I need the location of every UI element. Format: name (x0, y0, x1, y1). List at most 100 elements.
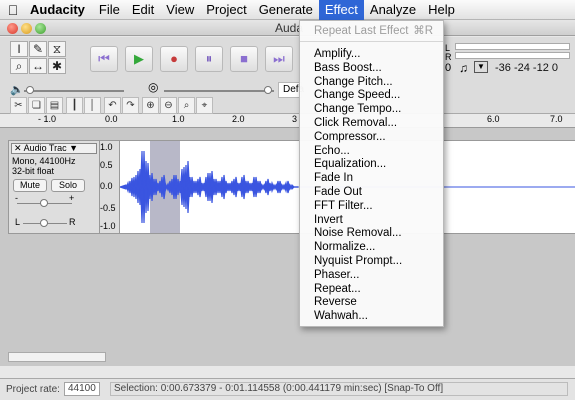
menu-item-echo[interactable]: Echo... (300, 144, 443, 159)
scale-label: 0.5 (100, 160, 113, 170)
microphone-icon[interactable]: ♫ (459, 61, 468, 75)
menu-item-invert[interactable]: Invert (300, 213, 443, 228)
fit-selection-icon[interactable]: ⌕ (178, 97, 195, 114)
menu-edit[interactable]: Edit (126, 0, 160, 20)
meter-partial-tick: 0 (445, 62, 452, 74)
solo-button[interactable]: Solo (51, 179, 85, 192)
chevron-down-icon[interactable]: ▼ (474, 61, 488, 73)
scale-label: 0.0 (100, 181, 113, 191)
timeshift-tool[interactable]: ↔ (29, 58, 47, 74)
timeline-ruler[interactable]: - 1.0 0.0 1.0 2.0 3 6.0 7.0 (0, 114, 575, 128)
window-titlebar: Auda (0, 20, 575, 36)
undo-icon[interactable]: ↶ (104, 97, 121, 114)
trim-icon[interactable]: ┃ (66, 97, 83, 114)
apple-icon[interactable]:  (0, 2, 26, 18)
menu-item-change-speed[interactable]: Change Speed... (300, 88, 443, 103)
amplitude-scale: 1.0 0.5 0.0 -0.5 -1.0 (100, 140, 120, 234)
meter-right-label: R (445, 52, 452, 62)
gain-minus-label: - (15, 193, 18, 203)
fit-project-icon[interactable]: ⌖ (196, 97, 213, 114)
menu-item-reverse[interactable]: Reverse (300, 295, 443, 310)
menu-item-change-pitch[interactable]: Change Pitch... (300, 75, 443, 90)
play-button[interactable]: ▶ (125, 46, 153, 72)
output-volume-thumb[interactable] (26, 86, 34, 94)
menu-item-fade-in[interactable]: Fade In (300, 171, 443, 186)
menu-item-bass-boost[interactable]: Bass Boost... (300, 61, 443, 76)
menu-item-fft-filter[interactable]: FFT Filter... (300, 199, 443, 214)
menu-item-phaser[interactable]: Phaser... (300, 268, 443, 283)
copy-icon[interactable]: ❏ (28, 97, 45, 114)
menu-analyze[interactable]: Analyze (364, 0, 422, 20)
track-format: Mono, 44100Hz (12, 156, 76, 166)
cut-icon[interactable]: ✂ (10, 97, 27, 114)
selection-tool[interactable]: I (10, 41, 28, 57)
menu-effect[interactable]: Effect (318, 0, 364, 20)
pan-slider-thumb[interactable] (40, 219, 48, 227)
menu-app-name[interactable]: Audacity (26, 0, 93, 20)
paste-icon[interactable]: ▤ (46, 97, 63, 114)
close-icon[interactable]: ✕ (14, 143, 22, 153)
menu-item-nyquist-prompt[interactable]: Nyquist Prompt... (300, 254, 443, 269)
effect-menu: Repeat Last Effect ⌘R Amplify... Bass Boo… (299, 20, 444, 327)
skip-end-button[interactable]: ⏭ (265, 46, 293, 72)
input-volume-thumb[interactable] (264, 86, 272, 94)
input-volume-slider[interactable] (164, 90, 274, 92)
output-meter-right (455, 52, 570, 59)
scale-label: -1.0 (100, 221, 116, 231)
ruler-tick: 1.0 (172, 114, 185, 124)
pause-button[interactable]: ⏸ (195, 46, 223, 72)
menu-item-repeat-last-effect[interactable]: Repeat Last Effect ⌘R (300, 24, 443, 39)
meter-scale: -36 -24 -12 0 (495, 62, 558, 74)
minimize-window-button[interactable] (21, 23, 32, 34)
ruler-tick: 0.0 (105, 114, 118, 124)
horizontal-scrollbar[interactable] (8, 352, 106, 362)
scale-label: 1.0 (100, 142, 113, 152)
menu-view[interactable]: View (160, 0, 200, 20)
track-control-panel[interactable]: ✕ Audio Trac ▼ Mono, 44100Hz 32-bit floa… (8, 140, 100, 234)
record-button[interactable]: ● (160, 46, 188, 72)
menu-separator (300, 41, 443, 42)
zoom-in-icon[interactable]: ⊕ (142, 97, 159, 114)
close-window-button[interactable] (7, 23, 18, 34)
menu-item-fade-out[interactable]: Fade Out (300, 185, 443, 200)
scale-label: -0.5 (100, 203, 116, 213)
selection-status: Selection: 0:00.673379 - 0:01.114558 (0:… (110, 382, 568, 396)
ruler-tick: 3 (292, 114, 298, 124)
menu-item-click-removal[interactable]: Click Removal... (300, 116, 443, 131)
output-volume-slider[interactable] (24, 90, 124, 92)
silence-icon[interactable]: │ (84, 97, 101, 114)
track-name-dropdown[interactable]: ✕ Audio Trac ▼ (11, 143, 97, 154)
skip-start-button[interactable]: ⏮ (90, 46, 118, 72)
menu-item-change-tempo[interactable]: Change Tempo... (300, 102, 443, 117)
zoom-out-icon[interactable]: ⊖ (160, 97, 177, 114)
menu-item-compressor[interactable]: Compressor... (300, 130, 443, 145)
menu-item-normalize[interactable]: Normalize... (300, 240, 443, 255)
microphone-input-icon: ◎ (148, 80, 159, 94)
multi-tool[interactable]: ✱ (48, 58, 66, 74)
menu-help[interactable]: Help (422, 0, 461, 20)
zoom-window-button[interactable] (35, 23, 46, 34)
redo-icon[interactable]: ↷ (122, 97, 139, 114)
menu-item-label: Repeat Last Effect (314, 25, 409, 37)
menu-item-repeat[interactable]: Repeat... (300, 282, 443, 297)
menu-item-noise-removal[interactable]: Noise Removal... (300, 226, 443, 241)
zoom-tool[interactable]: ⌕ (10, 58, 28, 74)
menu-item-amplify[interactable]: Amplify... (300, 47, 443, 62)
project-rate-field[interactable]: 44100 (64, 382, 100, 396)
draw-tool[interactable]: ⧖ (48, 41, 66, 57)
mute-button[interactable]: Mute (13, 179, 47, 192)
shortcut-label: ⌘R (413, 25, 433, 37)
menu-file[interactable]: File (93, 0, 126, 20)
pan-left-label: L (15, 217, 21, 227)
stop-button[interactable]: ■ (230, 46, 258, 72)
output-meter-left (455, 43, 570, 50)
chevron-down-icon: ▼ (69, 143, 79, 153)
gain-slider-thumb[interactable] (40, 199, 48, 207)
envelope-tool[interactable]: ✎ (29, 41, 47, 57)
ruler-tick: 7.0 (550, 114, 563, 124)
menu-generate[interactable]: Generate (253, 0, 319, 20)
menu-item-equalization[interactable]: Equalization... (300, 157, 443, 172)
menu-item-wahwah[interactable]: Wahwah... (300, 309, 443, 324)
menubar:  Audacity File Edit View Project Genera… (0, 0, 575, 20)
menu-project[interactable]: Project (200, 0, 252, 20)
